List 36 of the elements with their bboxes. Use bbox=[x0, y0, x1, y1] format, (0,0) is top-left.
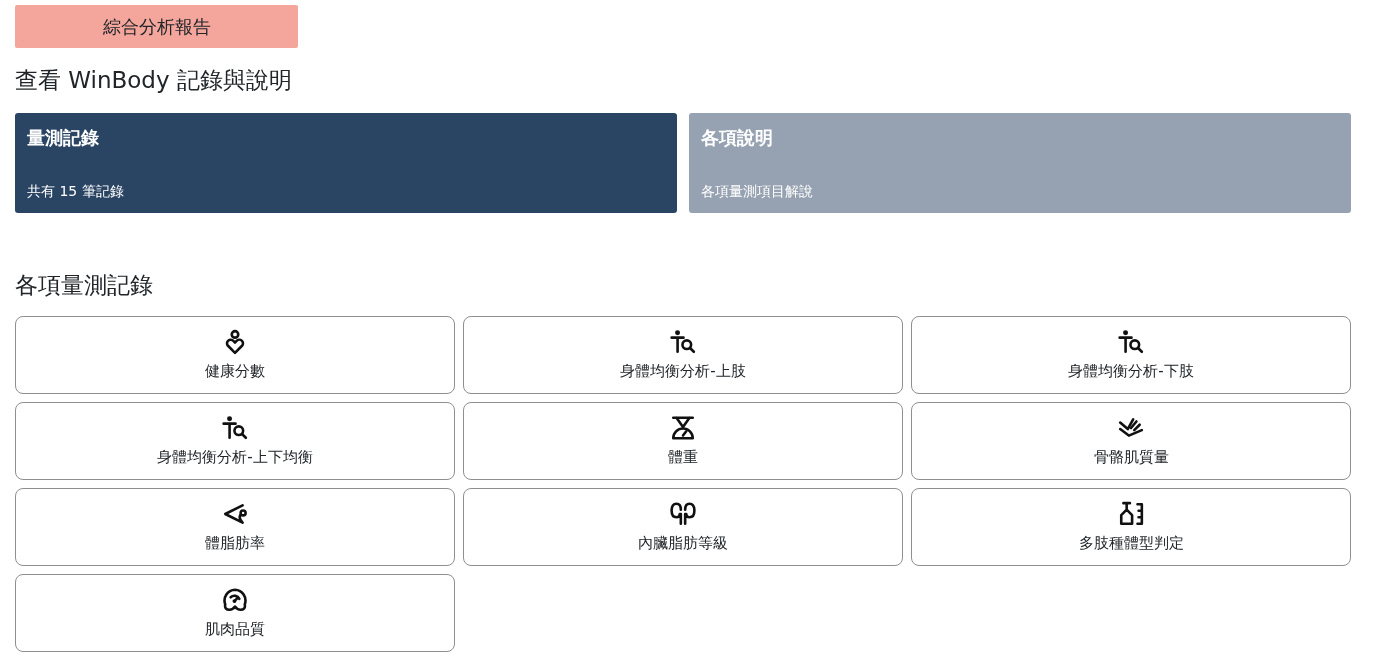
item-label: 骨骼肌質量 bbox=[1093, 447, 1169, 467]
gauge-icon bbox=[222, 587, 248, 613]
measurement-item[interactable]: 身體均衡分析-下肢 bbox=[911, 316, 1351, 394]
tab-subtitle: 共有 15 筆記錄 bbox=[27, 182, 124, 201]
report-button[interactable]: 綜合分析報告 bbox=[15, 5, 298, 48]
body-ruler-icon bbox=[1118, 501, 1144, 527]
measurement-item[interactable]: 體重 bbox=[463, 402, 903, 480]
measurement-item[interactable]: 肌肉品質 bbox=[15, 574, 455, 652]
section-title: 各項量測記錄 bbox=[15, 271, 154, 300]
item-label: 內臟脂肪等級 bbox=[638, 533, 728, 553]
measurement-item[interactable]: 健康分數 bbox=[15, 316, 455, 394]
item-label: 身體均衡分析-上肢 bbox=[620, 361, 746, 381]
item-label: 多肢種體型判定 bbox=[1078, 533, 1184, 553]
person-magnifier-icon bbox=[1118, 329, 1144, 355]
kidneys-icon bbox=[670, 501, 696, 527]
measurement-item[interactable]: 內臟脂肪等級 bbox=[463, 488, 903, 566]
tab-title: 各項說明 bbox=[701, 126, 773, 150]
measurement-item[interactable]: 多肢種體型判定 bbox=[911, 488, 1351, 566]
item-label: 健康分數 bbox=[205, 361, 265, 381]
item-label: 肌肉品質 bbox=[205, 619, 265, 639]
item-label: 身體均衡分析-上下均衡 bbox=[157, 447, 313, 467]
person-magnifier-icon bbox=[670, 329, 696, 355]
page-heading: 查看 WinBody 記錄與說明 bbox=[15, 66, 293, 95]
item-label: 體重 bbox=[668, 447, 698, 467]
person-magnifier-icon bbox=[222, 415, 248, 441]
measurement-item[interactable]: 身體均衡分析-上肢 bbox=[463, 316, 903, 394]
tab-card[interactable]: 量測記錄 共有 15 筆記錄 bbox=[15, 113, 677, 213]
scale-icon bbox=[670, 415, 696, 441]
triangle-loop-icon bbox=[222, 501, 248, 527]
item-label: 體脂肪率 bbox=[205, 533, 265, 553]
tab-subtitle: 各項量測項目解說 bbox=[701, 182, 813, 201]
measurement-item[interactable]: 骨骼肌質量 bbox=[911, 402, 1351, 480]
tab-title: 量測記錄 bbox=[27, 126, 99, 150]
item-label: 身體均衡分析-下肢 bbox=[1068, 361, 1194, 381]
measurement-item[interactable]: 體脂肪率 bbox=[15, 488, 455, 566]
measurement-item[interactable]: 身體均衡分析-上下均衡 bbox=[15, 402, 455, 480]
